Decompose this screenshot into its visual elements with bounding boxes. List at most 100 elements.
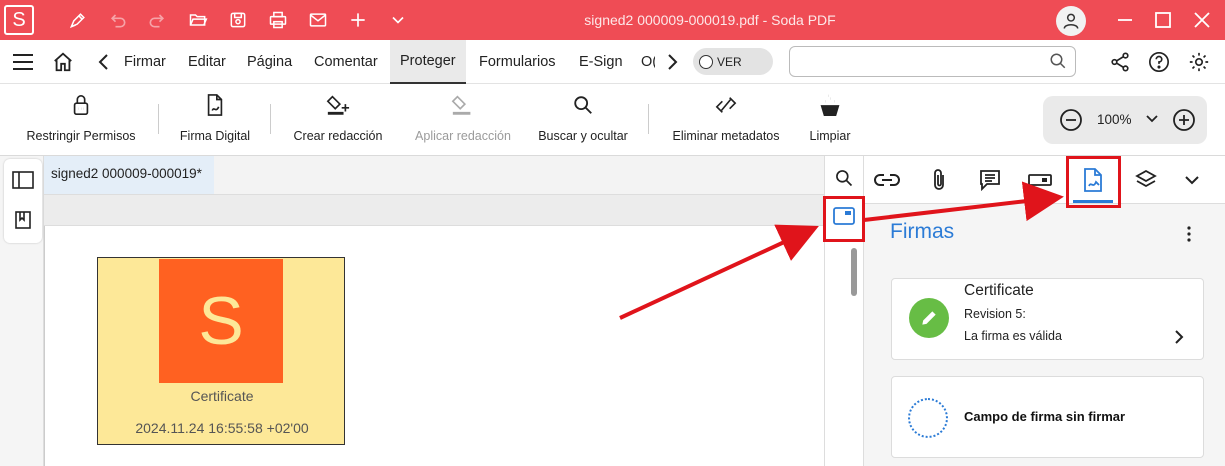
- limpiar-button[interactable]: Limpiar: [800, 92, 860, 150]
- undo-icon[interactable]: [106, 8, 130, 32]
- search-icon[interactable]: [1049, 52, 1067, 75]
- title-bar: S signed2 000009-000019.pdf - Soda PDF: [0, 0, 1225, 40]
- more-options-icon[interactable]: [1179, 222, 1199, 246]
- hamburger-menu-icon[interactable]: [12, 52, 34, 77]
- signatures-panel: Firmas Certificate Revision 5: La firma …: [864, 156, 1225, 466]
- pdf-page: S Certificate 2024.11.24 16:55:58 +02'00: [44, 226, 836, 466]
- tool-label: Aplicar redacción: [415, 129, 511, 143]
- bookmark-icon[interactable]: [15, 211, 31, 234]
- zoom-out-icon[interactable]: [1059, 108, 1083, 137]
- buscar-y-ocultar-button[interactable]: Buscar y ocultar: [534, 92, 632, 150]
- remove-metadata-icon: [668, 92, 784, 118]
- unsigned-field-title: Campo de firma sin firmar: [964, 409, 1126, 424]
- user-avatar-icon[interactable]: [1056, 6, 1086, 36]
- menu-firmar[interactable]: Firmar: [124, 40, 166, 84]
- pen-icon[interactable]: [66, 8, 90, 32]
- redaction-add-icon: [290, 92, 386, 118]
- tool-label: Limpiar: [809, 129, 851, 143]
- tool-label: Eliminar metadatos: [672, 129, 780, 143]
- maximize-icon[interactable]: [1151, 8, 1175, 32]
- signature-card-certificate[interactable]: Certificate Revision 5: La firma es váli…: [891, 278, 1204, 360]
- search-box: [789, 46, 1076, 77]
- tool-label: Buscar y ocultar: [538, 129, 628, 143]
- tool-label: Crear redacción: [293, 129, 383, 143]
- highlight-box-signatures-tab: [1066, 156, 1121, 208]
- close-icon[interactable]: [1190, 8, 1214, 32]
- signature-doc-icon: [176, 92, 254, 118]
- signature-title: Certificate: [964, 282, 1034, 299]
- signature-logo: S: [159, 259, 283, 383]
- menu-overflow[interactable]: O(: [641, 40, 655, 84]
- signature-card-unsigned[interactable]: Campo de firma sin firmar: [891, 376, 1204, 458]
- zoom-level[interactable]: 100%: [1097, 112, 1132, 127]
- chevron-down-icon[interactable]: [1178, 166, 1206, 194]
- eliminar-metadatos-button[interactable]: Eliminar metadatos: [668, 92, 784, 150]
- protect-toolbar: Restringir Permisos Firma Digital Crear …: [0, 84, 1225, 156]
- signature-stamp[interactable]: S Certificate 2024.11.24 16:55:58 +02'00: [97, 257, 345, 445]
- left-rail: [0, 156, 44, 466]
- signature-label: Certificate: [190, 388, 254, 404]
- firma-digital-button[interactable]: Firma Digital: [176, 92, 254, 150]
- toolbar-divider: [270, 104, 271, 134]
- tool-label: Firma Digital: [179, 129, 251, 143]
- link-icon[interactable]: [873, 166, 901, 194]
- soda-pdf-window: S signed2 000009-000019.pdf - Soda PDF F…: [0, 0, 1225, 466]
- crear-redaccion-button[interactable]: Crear redacción: [290, 92, 386, 150]
- zoom-dropdown-icon[interactable]: [1145, 112, 1159, 131]
- share-icon[interactable]: [1109, 51, 1131, 78]
- toolbar-divider: [158, 104, 159, 134]
- menu-pagina[interactable]: Página: [247, 40, 292, 84]
- form-field-icon[interactable]: [1026, 166, 1054, 194]
- signature-status: La firma es válida: [964, 329, 1062, 343]
- panel-title: Firmas: [890, 220, 955, 243]
- open-folder-icon[interactable]: [186, 8, 210, 32]
- document-subbar: [44, 194, 824, 226]
- document-tab[interactable]: signed2 000009-000019*: [44, 156, 214, 194]
- restringir-permisos-button[interactable]: Restringir Permisos: [22, 92, 140, 150]
- zoom-in-icon[interactable]: [1172, 108, 1196, 137]
- tool-label: Restringir Permisos: [26, 129, 136, 143]
- search-input[interactable]: [798, 47, 1038, 76]
- plus-icon[interactable]: [346, 8, 370, 32]
- attachment-icon[interactable]: [925, 166, 953, 194]
- aplicar-redaccion-button[interactable]: Aplicar redacción: [410, 92, 516, 150]
- settings-gear-icon[interactable]: [1188, 51, 1210, 78]
- menu-proteger[interactable]: Proteger: [390, 40, 466, 84]
- menu-esign[interactable]: E-Sign: [579, 40, 623, 84]
- highlight-box-panel-toggle: [823, 196, 865, 242]
- toolbar-divider: [648, 104, 649, 134]
- menu-bar: Firmar Editar Página Comentar Proteger F…: [0, 40, 1225, 84]
- minimize-icon[interactable]: [1113, 8, 1137, 32]
- unsigned-field-icon: [908, 398, 948, 438]
- search-icon[interactable]: [834, 168, 854, 193]
- comments-icon[interactable]: [976, 166, 1004, 194]
- redo-icon[interactable]: [145, 8, 169, 32]
- signature-revision: Revision 5:: [964, 307, 1026, 321]
- window-title: signed2 000009-000019.pdf - Soda PDF: [584, 12, 836, 28]
- lock-icon: [22, 92, 140, 118]
- panel-tabs: [864, 156, 1225, 204]
- mail-icon[interactable]: [306, 8, 330, 32]
- menu-comentar[interactable]: Comentar: [314, 40, 378, 84]
- help-icon[interactable]: [1148, 51, 1170, 78]
- home-icon[interactable]: [52, 51, 74, 78]
- chevron-right-icon[interactable]: [1173, 329, 1185, 350]
- ver-label: VER: [717, 54, 742, 69]
- ver-toggle[interactable]: VER: [693, 48, 773, 75]
- layers-icon[interactable]: [1132, 166, 1160, 194]
- chevron-down-icon[interactable]: [386, 8, 410, 32]
- save-icon[interactable]: [226, 8, 250, 32]
- menu-formularios[interactable]: Formularios: [479, 40, 556, 84]
- print-icon[interactable]: [266, 8, 290, 32]
- scrollbar-thumb[interactable]: [851, 248, 857, 296]
- chevron-left-icon[interactable]: [96, 53, 112, 76]
- search-icon: [534, 92, 632, 118]
- chevron-right-icon[interactable]: [665, 53, 679, 76]
- document-area: signed2 000009-000019* S Certificate 202…: [44, 156, 836, 466]
- valid-signature-icon: [909, 298, 949, 338]
- toggle-knob: [699, 54, 713, 69]
- left-rail-buttons: [4, 159, 42, 243]
- sidebar-toggle-icon[interactable]: [12, 171, 34, 194]
- menu-editar[interactable]: Editar: [188, 40, 226, 84]
- zoom-control: 100%: [1043, 96, 1207, 144]
